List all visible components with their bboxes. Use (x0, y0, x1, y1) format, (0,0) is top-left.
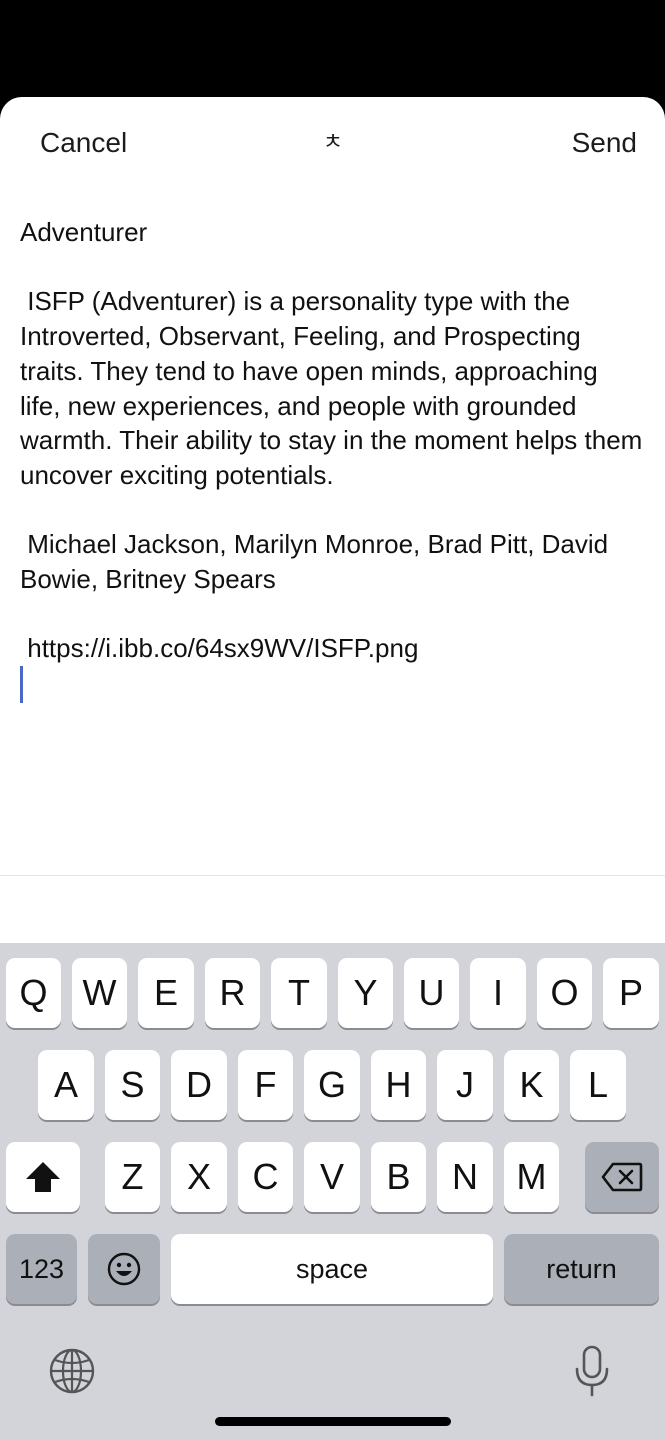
numbers-key[interactable]: 123 (6, 1234, 77, 1304)
key-e[interactable]: E (138, 958, 194, 1028)
key-l[interactable]: L (570, 1050, 626, 1120)
emoji-key[interactable] (88, 1234, 160, 1304)
delete-key[interactable] (585, 1142, 659, 1212)
divider (0, 875, 665, 876)
key-f[interactable]: F (238, 1050, 293, 1120)
space-key[interactable]: space (171, 1234, 493, 1304)
key-p[interactable]: P (603, 958, 659, 1028)
message-title: Adventurer (20, 217, 148, 247)
message-link: https://i.ibb.co/64sx9WV/ISFP.png (20, 633, 419, 664)
key-r[interactable]: R (205, 958, 260, 1028)
key-h[interactable]: H (371, 1050, 426, 1120)
globe-icon[interactable] (48, 1347, 96, 1395)
message-description: ISFP (Adventurer) is a personality type … (20, 286, 650, 490)
shift-key[interactable] (6, 1142, 80, 1212)
key-u[interactable]: U (404, 958, 459, 1028)
return-key[interactable]: return (504, 1234, 659, 1304)
home-indicator[interactable] (215, 1417, 451, 1426)
key-c[interactable]: C (238, 1142, 293, 1212)
key-j[interactable]: J (437, 1050, 493, 1120)
key-x[interactable]: X (171, 1142, 227, 1212)
shift-icon (26, 1162, 60, 1192)
key-k[interactable]: K (504, 1050, 559, 1120)
delete-icon (601, 1162, 643, 1192)
key-i[interactable]: I (470, 958, 526, 1028)
key-m[interactable]: M (504, 1142, 559, 1212)
key-y[interactable]: Y (338, 958, 393, 1028)
key-d[interactable]: D (171, 1050, 227, 1120)
key-o[interactable]: O (537, 958, 592, 1028)
key-v[interactable]: V (304, 1142, 360, 1212)
key-b[interactable]: B (371, 1142, 426, 1212)
message-body[interactable]: Adventurer ISFP (Adventurer) is a person… (20, 215, 650, 704)
text-caret (20, 666, 23, 704)
send-button[interactable]: Send (572, 127, 637, 159)
message-people: Michael Jackson, Marilyn Monroe, Brad Pi… (20, 529, 616, 594)
key-w[interactable]: W (72, 958, 127, 1028)
microphone-icon[interactable] (574, 1345, 610, 1397)
key-q[interactable]: Q (6, 958, 61, 1028)
key-z[interactable]: Z (105, 1142, 160, 1212)
key-s[interactable]: S (105, 1050, 160, 1120)
cancel-button[interactable]: Cancel (40, 127, 127, 159)
key-g[interactable]: G (304, 1050, 360, 1120)
key-a[interactable]: A (38, 1050, 94, 1120)
emoji-icon (107, 1252, 141, 1286)
key-t[interactable]: T (271, 958, 327, 1028)
keyboard: Q W E R T Y U I O P A S D F G H J K L Z … (0, 943, 665, 1440)
key-n[interactable]: N (437, 1142, 493, 1212)
korean-keyboard-indicator-icon[interactable]: ㅊ (318, 127, 348, 157)
nav-bar: Cancel ㅊ Send (0, 97, 665, 197)
